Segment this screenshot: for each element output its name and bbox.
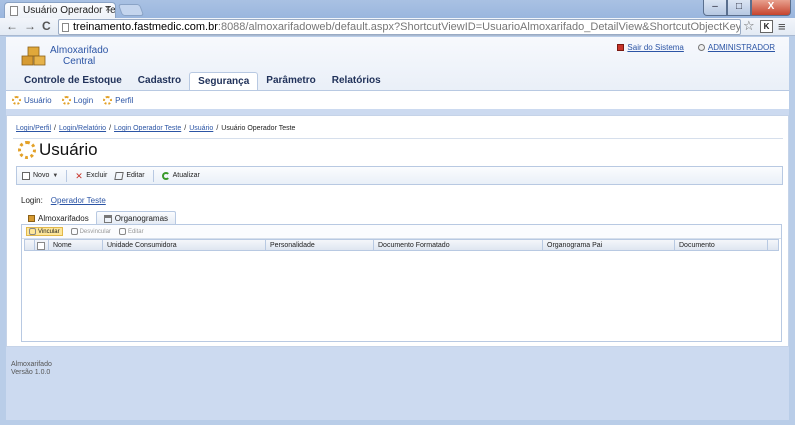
breadcrumb-current: Usuário Operador Teste <box>221 125 296 132</box>
user-link[interactable]: ADMINISTRADOR <box>697 43 775 52</box>
delete-button[interactable]: ✕ Excluir <box>75 170 107 181</box>
browser-tab[interactable]: Usuário Operador Teste - × <box>4 2 116 18</box>
browser-toolbar: ← → C treinamento.fastmedic.com.br:8088/… <box>0 18 795 36</box>
link-icon <box>29 228 36 235</box>
forward-icon[interactable]: → <box>24 19 36 33</box>
maximize-button[interactable]: □ <box>727 0 751 16</box>
unlink-icon <box>70 228 78 235</box>
exit-icon <box>617 44 625 51</box>
select-all-checkbox-cell <box>35 240 49 251</box>
content-area: Login/Perfil / Login/Relatório / Login Opera… <box>6 115 789 347</box>
new-tab-button[interactable] <box>117 4 145 16</box>
reload-icon[interactable]: C <box>42 19 51 33</box>
tab-close-icon[interactable]: × <box>105 4 111 15</box>
breadcrumb: Login/Perfil / Login/Relatório / Login Opera… <box>16 125 296 132</box>
browser-tabstrip: Usuário Operador Teste - × – □ X <box>0 0 795 18</box>
subnav-item-perfil[interactable]: Perfil <box>103 95 133 105</box>
nav-cadastro[interactable]: Cadastro <box>130 72 189 90</box>
breadcrumb-link[interactable]: Login/Perfil <box>16 125 51 132</box>
back-icon[interactable]: ← <box>6 19 18 33</box>
column-header-personalidade[interactable]: Personalidade <box>266 240 374 251</box>
bookmark-star-icon[interactable]: ☆ <box>743 18 755 34</box>
column-header-documento[interactable]: Documento <box>675 240 768 251</box>
page-title: Usuário <box>18 140 98 160</box>
nav-controle-de-estoque[interactable]: Controle de Estoque <box>16 72 130 90</box>
separator <box>66 169 68 182</box>
new-button[interactable]: Novo ▼ <box>22 171 58 180</box>
page-icon <box>10 6 18 16</box>
url-host: treinamento.fastmedic.com.br <box>73 21 218 33</box>
refresh-icon <box>161 171 170 180</box>
divider <box>13 138 783 139</box>
page: Almoxarifado Central Sair do Sistema ADM… <box>6 37 789 420</box>
extension-icon[interactable]: K <box>760 20 773 33</box>
edit-icon <box>114 171 125 180</box>
minimize-button[interactable]: – <box>703 0 727 16</box>
gear-icon <box>18 141 36 159</box>
nav-relatorios[interactable]: Relatórios <box>324 72 389 90</box>
edit-button[interactable]: Editar <box>114 171 145 180</box>
subnav-item-usuario[interactable]: Usuário <box>12 95 52 105</box>
box-icon <box>28 214 35 222</box>
tab-panel: Vincular Desvincular Editar Nome Unidade… <box>21 224 782 342</box>
grid-expand-column <box>25 240 35 251</box>
organogram-icon <box>103 214 112 223</box>
column-header-organograma-pai[interactable]: Organograma Pai <box>543 240 675 251</box>
column-header-unidade-consumidora[interactable]: Unidade Consumidora <box>103 240 266 251</box>
gear-icon <box>61 95 71 105</box>
user-icon <box>697 44 705 51</box>
tab-almoxarifados[interactable]: Almoxarifados <box>21 211 96 225</box>
login-row: Login: Operador Teste <box>21 196 106 205</box>
main-nav: Controle de Estoque Cadastro Segurança P… <box>16 72 389 90</box>
nav-parametro[interactable]: Parâmetro <box>258 72 323 90</box>
panel-edit-button[interactable]: Editar <box>118 228 144 235</box>
subnav-item-login[interactable]: Login <box>61 95 93 105</box>
dropdown-arrow-icon[interactable]: ▼ <box>52 173 58 179</box>
select-all-checkbox[interactable] <box>37 242 45 250</box>
logout-link[interactable]: Sair do Sistema <box>617 43 684 52</box>
nav-seguranca[interactable]: Segurança <box>189 72 259 90</box>
gear-icon <box>12 95 21 105</box>
refresh-button[interactable]: Atualizar <box>161 171 200 180</box>
grid-header: Nome Unidade Consumidora Personalidade D… <box>24 239 779 251</box>
footer-version: Versão 1.0.0 <box>11 369 51 376</box>
window-controls: – □ X <box>703 0 791 16</box>
close-window-button[interactable]: X <box>751 0 791 16</box>
action-toolbar: Novo ▼ ✕ Excluir Editar Atualizar <box>16 166 783 185</box>
new-document-icon <box>22 171 30 180</box>
breadcrumb-link[interactable]: Usuário <box>189 125 213 132</box>
brand-name: Almoxarifado Central <box>50 45 109 67</box>
footer: Almoxarifado Versão 1.0.0 <box>11 361 52 377</box>
delete-x-icon: ✕ <box>75 170 83 181</box>
sub-nav: Usuário Login Perfil <box>6 90 789 109</box>
panel-toolbar: Vincular Desvincular Editar <box>22 225 781 239</box>
top-links: Sair do Sistema ADMINISTRADOR <box>617 43 775 52</box>
address-bar[interactable]: treinamento.fastmedic.com.br:8088/almoxa… <box>58 19 741 35</box>
url-path: :8088/almoxarifadoweb/default.aspx?Short… <box>217 21 741 33</box>
login-value-link[interactable]: Operador Teste <box>51 196 106 205</box>
footer-app-name: Almoxarifado <box>11 361 52 368</box>
breadcrumb-link[interactable]: Login/Relatório <box>59 125 106 132</box>
tab-organogramas[interactable]: Organogramas <box>95 211 177 225</box>
separator <box>152 169 154 182</box>
browser-menu-icon[interactable]: ≡ <box>778 19 786 34</box>
detail-tabs: Almoxarifados Organogramas <box>21 211 177 225</box>
browser-tab-title: Usuário Operador Teste - <box>23 5 116 16</box>
edit-icon <box>118 228 126 235</box>
link-button[interactable]: Vincular <box>26 227 63 236</box>
app-header: Almoxarifado Central Sair do Sistema ADM… <box>6 37 789 109</box>
column-header-nome[interactable]: Nome <box>49 240 103 251</box>
unlink-button[interactable]: Desvincular <box>70 228 111 235</box>
column-header-documento-formatado[interactable]: Documento Formatado <box>374 240 543 251</box>
gear-icon <box>103 95 113 105</box>
breadcrumb-link[interactable]: Login Operador Teste <box>114 125 181 132</box>
document-icon <box>62 23 69 32</box>
login-label: Login: <box>21 196 43 205</box>
